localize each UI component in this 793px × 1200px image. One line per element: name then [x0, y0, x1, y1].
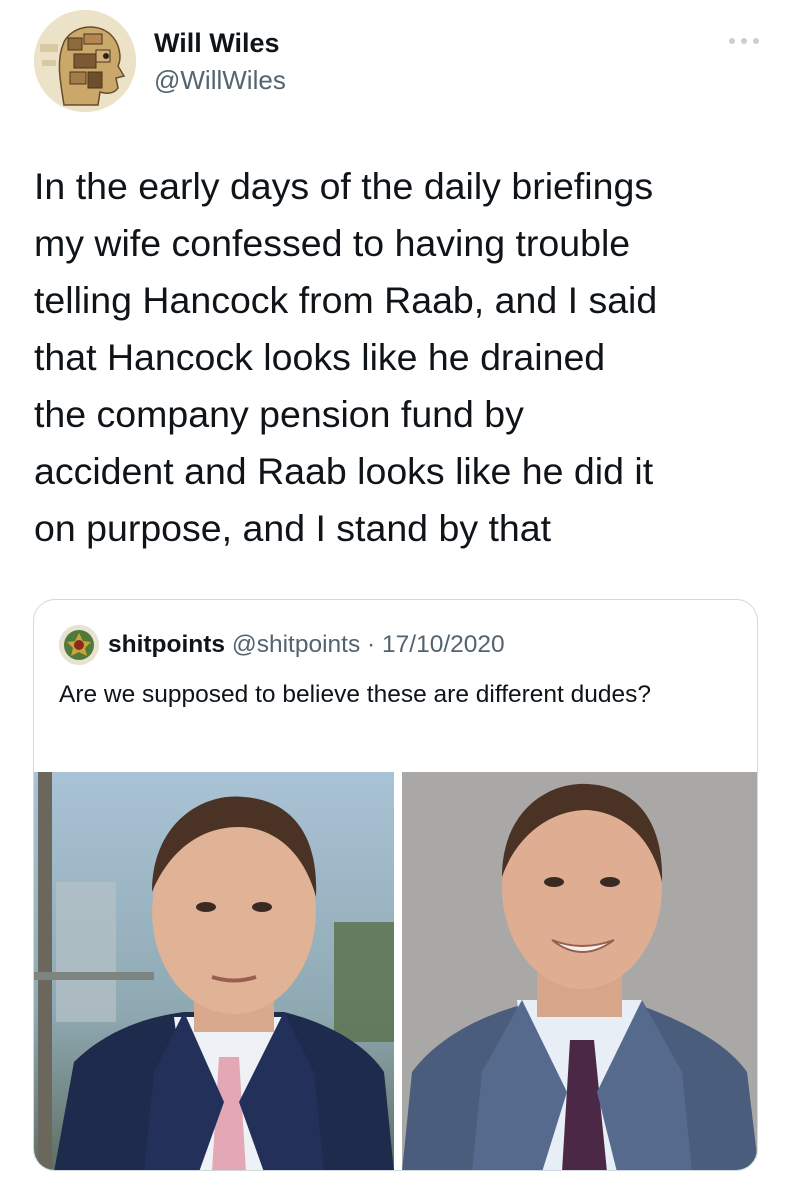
portrait-photo-right [402, 772, 757, 1170]
quote-author-avatar[interactable] [59, 625, 99, 665]
quote-header: shitpoints @shitpoints · 17/10/2020 [108, 630, 505, 660]
quote-author-name[interactable]: shitpoints [108, 631, 225, 658]
anatomical-head-icon [34, 10, 136, 112]
more-horizontal-icon [729, 38, 759, 44]
quote-author-handle[interactable]: @shitpoints [232, 631, 360, 658]
quoted-tweet-card[interactable]: shitpoints @shitpoints · 17/10/2020 Are … [33, 599, 758, 1171]
author-handle[interactable]: @WillWiles [154, 64, 286, 96]
author-name[interactable]: Will Wiles [154, 27, 280, 59]
quote-text: Are we supposed to believe these are dif… [59, 681, 652, 708]
tweet-text: In the early days of the daily briefings… [34, 165, 658, 549]
author-avatar[interactable] [34, 10, 136, 112]
photo-raab[interactable] [402, 772, 757, 1170]
photo-hancock[interactable] [34, 772, 394, 1170]
emblem-avatar-icon [59, 625, 99, 665]
portrait-photo-left [34, 772, 394, 1170]
quote-separator: · [360, 631, 383, 658]
quote-date[interactable]: 17/10/2020 [382, 631, 505, 658]
more-options-button[interactable] [722, 26, 766, 56]
